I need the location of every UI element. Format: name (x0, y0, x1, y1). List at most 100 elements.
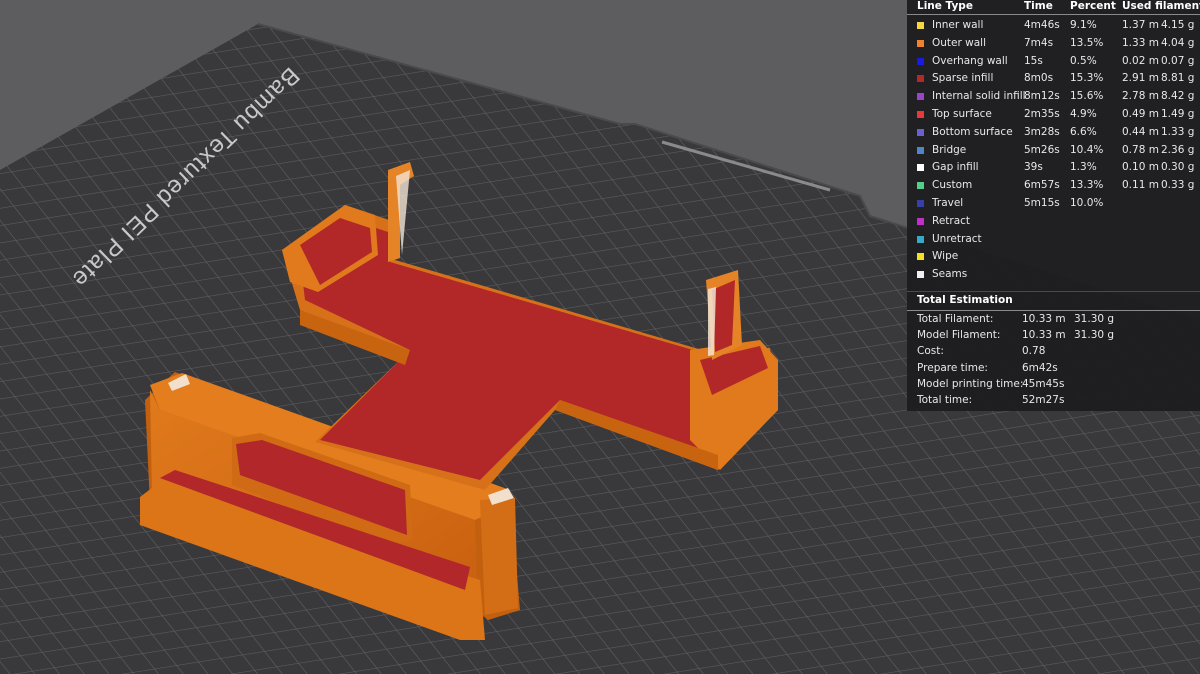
legend-percent: 10.0% (1070, 197, 1104, 209)
legend-percent: 4.9% (1070, 108, 1097, 120)
totals-divider (907, 310, 1200, 311)
legend-weight: 8.42 g (1161, 90, 1195, 103)
total-estimation-title: Total Estimation (917, 294, 1013, 306)
legend-row[interactable]: Wipe (907, 248, 1200, 266)
total-value: 6m42s (1022, 361, 1058, 374)
header-percent: Percent (1070, 0, 1116, 12)
total-value: 0.78 (1022, 345, 1046, 358)
total-value-secondary: 31.30 g (1074, 313, 1115, 325)
legend-color-swatch (917, 271, 924, 279)
legend-time: 8m0s (1024, 72, 1054, 85)
legend-line-type: Gap infill (932, 161, 979, 174)
legend-percent: 0.5% (1070, 54, 1097, 67)
legend-color-swatch (917, 146, 924, 154)
legend-row[interactable]: Top surface 2m35s 4.9% 0.49 m 1.49 g (907, 106, 1200, 124)
legend-length: 0.11 m (1122, 179, 1159, 192)
legend-color-swatch (917, 253, 924, 261)
legend-weight: 2.36 g (1161, 143, 1195, 156)
legend-line-type: Internal solid infill (932, 90, 1026, 103)
legend-time: 5m15s (1024, 197, 1060, 209)
legend-color-swatch (917, 164, 924, 172)
legend-line-type: Wipe (932, 250, 959, 263)
legend-time: 39s (1024, 161, 1043, 174)
total-label: Model Filament: (917, 329, 1001, 342)
legend-row[interactable]: Custom 6m57s 13.3% 0.11 m 0.33 g (907, 177, 1200, 195)
legend-line-type: Travel (932, 197, 964, 209)
legend-percent: 15.6% (1070, 90, 1104, 103)
header-divider (907, 14, 1200, 15)
total-row: Total Filament: 10.33 m 31.30 g (907, 313, 1200, 329)
legend-weight: 1.49 g (1161, 108, 1195, 120)
legend-row[interactable]: Internal solid infill 8m12s 15.6% 2.78 m 8.4… (907, 88, 1200, 106)
legend-length: 1.33 m (1122, 36, 1159, 49)
legend-color-swatch (917, 128, 924, 136)
legend-line-type: Custom (932, 179, 973, 192)
legend-color-swatch (917, 111, 924, 118)
legend-line-type: Bridge (932, 143, 967, 156)
header-used-filament: Used filament (1122, 0, 1200, 12)
total-value: 10.33 m (1022, 329, 1066, 342)
legend-row[interactable]: Seams (907, 266, 1200, 284)
legend-time: 7m4s (1024, 36, 1054, 49)
legend-length: 0.78 m (1122, 143, 1159, 156)
legend-time: 15s (1024, 54, 1043, 67)
total-value: 45m45s (1022, 377, 1065, 390)
legend-row[interactable]: Bridge 5m26s 10.4% 0.78 m 2.36 g (907, 142, 1200, 160)
total-row: Model Filament: 10.33 m 31.30 g (907, 329, 1200, 345)
gcode-legend-panel: Line Type Time Percent Used filament Inn… (907, 0, 1200, 411)
total-label: Cost: (917, 345, 944, 358)
legend-length: 2.91 m (1122, 72, 1159, 85)
legend-line-type: Bottom surface (932, 125, 1013, 138)
legend-color-swatch (917, 22, 924, 29)
legend-line-type: Retract (932, 214, 971, 227)
section-divider (907, 291, 1200, 292)
legend-color-swatch (917, 217, 924, 225)
legend-percent: 13.5% (1070, 36, 1104, 49)
legend-line-type: Inner wall (932, 19, 984, 31)
legend-weight: 0.30 g (1161, 161, 1195, 174)
legend-color-swatch (917, 200, 924, 207)
total-value: 10.33 m (1022, 313, 1066, 325)
legend-color-swatch (917, 93, 924, 101)
legend-percent: 13.3% (1070, 179, 1104, 192)
total-value: 52m27s (1022, 394, 1065, 406)
legend-percent: 1.3% (1070, 161, 1097, 174)
total-row: Total time: 52m27s (907, 394, 1200, 410)
legend-row[interactable]: Travel 5m15s 10.0% (907, 195, 1200, 213)
legend-line-type: Unretract (932, 232, 982, 245)
header-line-type: Line Type (917, 0, 973, 12)
legend-weight: 4.15 g (1161, 19, 1195, 31)
legend-color-swatch (917, 182, 924, 190)
legend-percent: 10.4% (1070, 143, 1104, 156)
legend-time: 8m12s (1024, 90, 1060, 103)
legend-time: 6m57s (1024, 179, 1060, 192)
legend-line-type: Seams (932, 268, 968, 281)
legend-row[interactable]: Unretract (907, 231, 1200, 249)
legend-weight: 4.04 g (1161, 36, 1195, 49)
legend-length: 0.02 m (1122, 54, 1159, 67)
legend-row[interactable]: Outer wall 7m4s 13.5% 1.33 m 4.04 g (907, 35, 1200, 53)
legend-weight: 8.81 g (1161, 72, 1195, 85)
legend-time: 5m26s (1024, 143, 1060, 156)
total-label: Total time: (917, 394, 973, 406)
total-label: Prepare time: (917, 361, 988, 374)
total-row: Model printing time: 45m45s (907, 378, 1200, 394)
legend-weight: 1.33 g (1161, 125, 1195, 138)
legend-row[interactable]: Sparse infill 8m0s 15.3% 2.91 m 8.81 g (907, 70, 1200, 88)
legend-row[interactable]: Retract (907, 213, 1200, 231)
legend-row[interactable]: Inner wall 4m46s 9.1% 1.37 m 4.15 g (907, 17, 1200, 35)
total-label: Total Filament: (917, 313, 994, 325)
legend-length: 2.78 m (1122, 90, 1159, 103)
legend-row[interactable]: Overhang wall 15s 0.5% 0.02 m 0.07 g (907, 53, 1200, 71)
legend-weight: 0.07 g (1161, 54, 1195, 67)
legend-percent: 6.6% (1070, 125, 1097, 138)
legend-row[interactable]: Bottom surface 3m28s 6.6% 0.44 m 1.33 g (907, 124, 1200, 142)
legend-length: 0.49 m (1122, 108, 1159, 120)
legend-color-swatch (917, 39, 924, 47)
legend-time: 4m46s (1024, 19, 1060, 31)
total-label: Model printing time: (917, 377, 1024, 390)
legend-row[interactable]: Gap infill 39s 1.3% 0.10 m 0.30 g (907, 159, 1200, 177)
legend-length: 1.37 m (1122, 19, 1159, 31)
header-time: Time (1024, 0, 1053, 12)
legend-line-type: Sparse infill (932, 72, 994, 85)
